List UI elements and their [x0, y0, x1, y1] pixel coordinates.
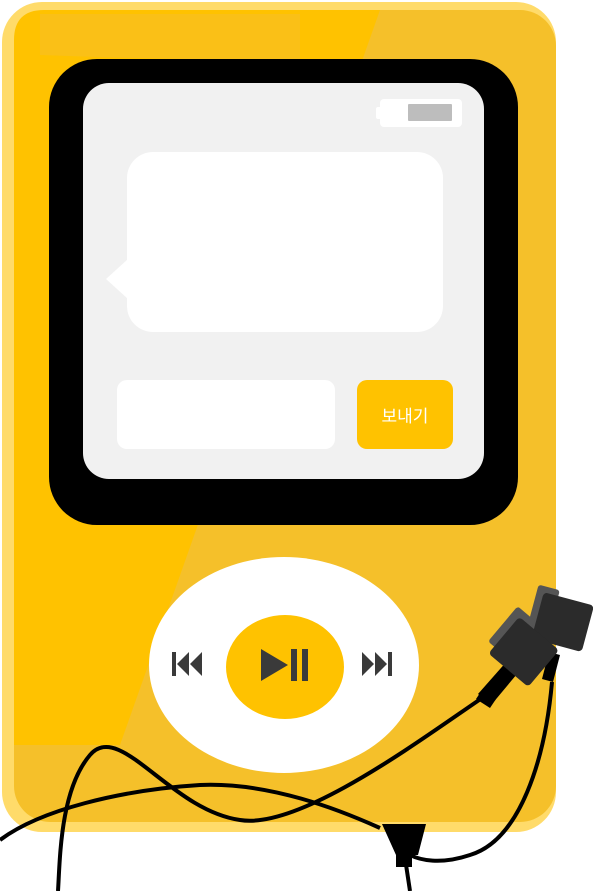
send-button-label: 보내기: [381, 407, 429, 427]
player-top-sheen: [40, 14, 300, 60]
battery-tip: [376, 107, 380, 119]
send-button[interactable]: 보내기: [357, 380, 453, 449]
message-bubble: [106, 152, 443, 332]
message-bubble-text: [147, 172, 423, 312]
message-input[interactable]: [117, 380, 335, 449]
headphone-jack-tip: [396, 855, 412, 867]
message-bubble-tail: [106, 259, 128, 299]
previous-track-icon[interactable]: [166, 644, 208, 684]
play-pause-button[interactable]: [226, 615, 344, 719]
next-track-icon[interactable]: [358, 644, 398, 684]
battery-level: [408, 104, 452, 121]
headphone-jack-plug: [382, 824, 426, 855]
battery-icon: [376, 99, 462, 127]
